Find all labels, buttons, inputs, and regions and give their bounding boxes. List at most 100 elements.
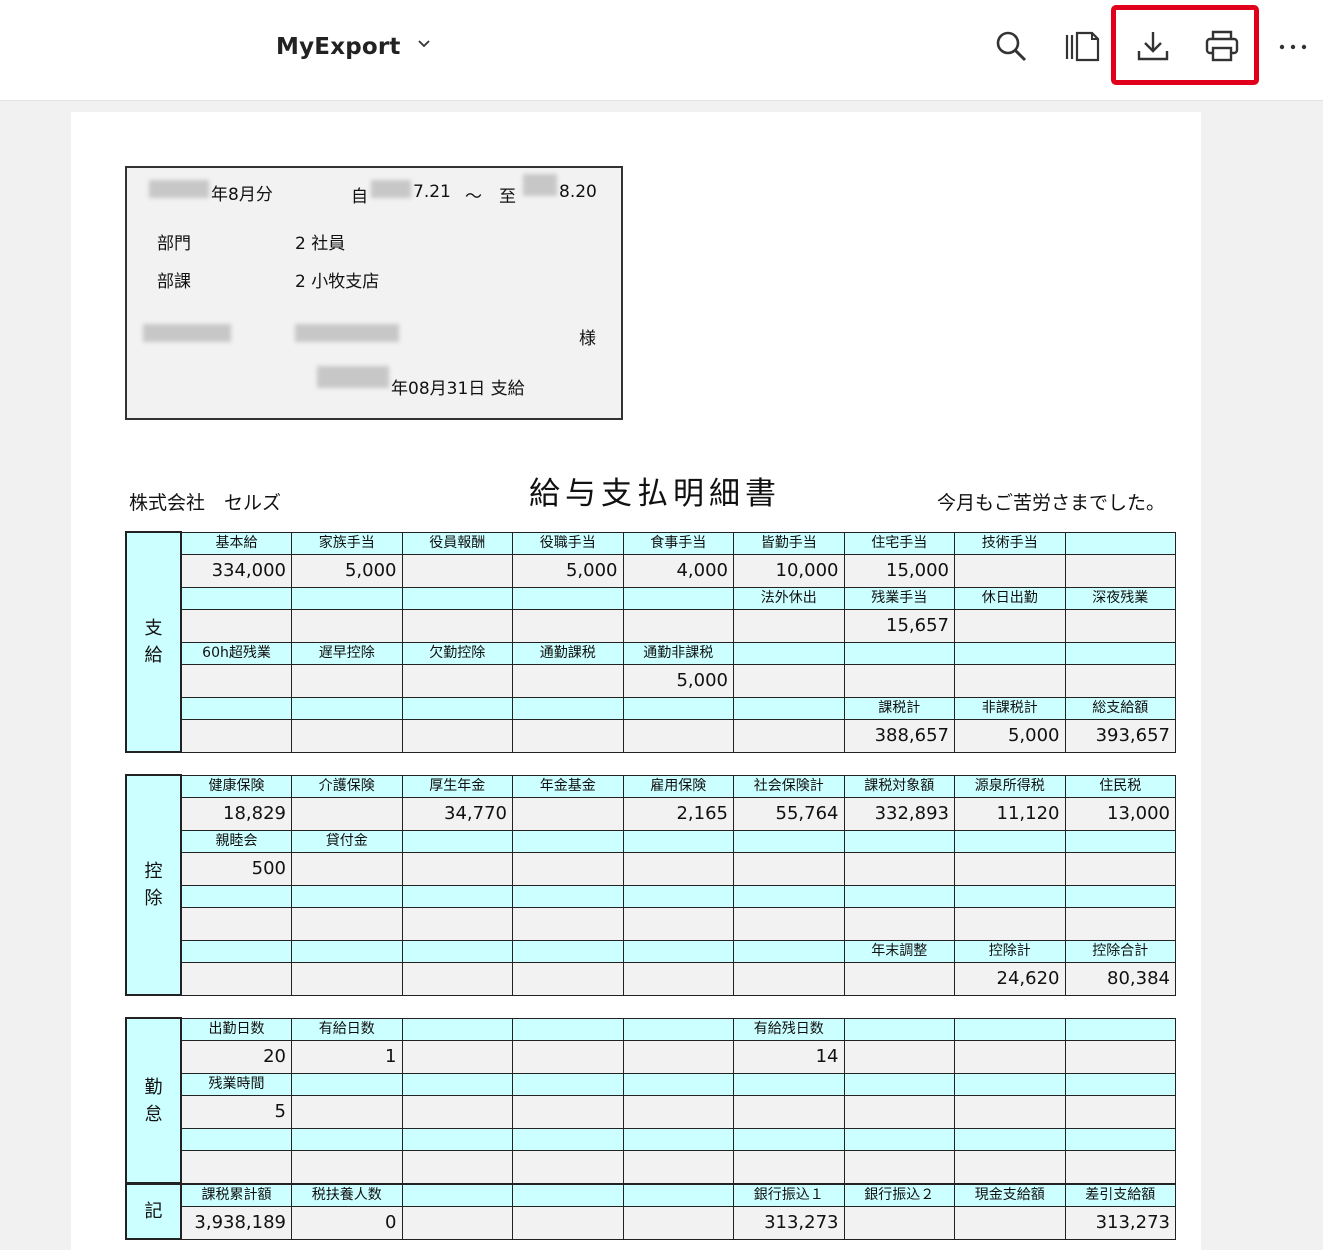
side-label-char: 支 [144, 618, 163, 639]
item-value-cell [733, 961, 845, 996]
item-value-cell [291, 906, 403, 941]
item-label-cell [512, 1127, 624, 1151]
item-value-cell [512, 1205, 624, 1240]
item-label-cell [733, 1072, 845, 1096]
item-label-cell: 課税対象額 [843, 774, 955, 798]
item-label-cell: 控除合計 [1064, 939, 1176, 963]
item-label-cell [180, 939, 292, 963]
side-label-char: 除 [144, 888, 163, 909]
page-thumbnails-icon[interactable] [1064, 28, 1100, 64]
item-value-cell [291, 1094, 403, 1129]
item-label-cell [512, 829, 624, 853]
item-value-cell: 5 [180, 1094, 292, 1129]
value-row: 3,938,189 0 313,273 313,273 [126, 1205, 1176, 1240]
item-value-cell [401, 718, 513, 753]
label-row [126, 1127, 1176, 1151]
toolbar: MyExport [0, 0, 1323, 101]
side-label-char: 給 [144, 645, 163, 666]
search-icon[interactable] [993, 28, 1029, 64]
item-value-cell [401, 663, 513, 698]
print-icon[interactable] [1204, 28, 1240, 64]
section-label: 部課 [157, 272, 191, 292]
value-row: 5 [126, 1094, 1176, 1129]
honorific: 様 [579, 329, 596, 349]
item-value-cell [401, 608, 513, 643]
value-row: 5,000 [126, 663, 1176, 698]
item-label-cell [954, 641, 1066, 665]
item-label-cell [180, 586, 292, 610]
item-label-cell [1064, 531, 1176, 555]
item-value-cell: 5,000 [291, 553, 403, 588]
item-label-cell: 控除計 [954, 939, 1066, 963]
value-row: 24,620 80,384 [126, 961, 1176, 996]
item-value-cell [180, 608, 292, 643]
item-label-cell [512, 1017, 624, 1041]
download-icon[interactable] [1135, 28, 1171, 64]
section-value: 2 小牧支店 [295, 272, 380, 292]
side-label-char: 怠 [144, 1103, 163, 1125]
item-label-cell [954, 1072, 1066, 1096]
item-label-cell: 税扶養人数 [291, 1183, 403, 1207]
item-label-cell [1064, 641, 1176, 665]
item-label-cell [733, 884, 845, 908]
item-value-cell [512, 1149, 624, 1184]
item-label-cell: 深夜残業 [1064, 586, 1176, 610]
item-label-cell [512, 696, 624, 720]
item-label-cell: 有給日数 [291, 1017, 403, 1041]
item-value-cell [733, 906, 845, 941]
slip-header-box: 年8月分 自 7.21 ～ 至 8.20 部門 2 社員 部課 2 小牧支店 様… [125, 166, 623, 420]
item-value-cell: 388,657 [843, 718, 955, 753]
more-options-icon[interactable] [1278, 42, 1308, 52]
item-value-cell [622, 1149, 734, 1184]
item-label-cell [954, 1127, 1066, 1151]
item-label-cell: 皆勤手当 [733, 531, 845, 555]
chevron-down-icon[interactable] [416, 36, 432, 52]
item-value-cell [291, 608, 403, 643]
item-label-cell [291, 696, 403, 720]
item-label-cell [1064, 884, 1176, 908]
item-value-cell [954, 1039, 1066, 1074]
item-value-cell [401, 1149, 513, 1184]
item-value-cell [954, 663, 1066, 698]
item-value-cell [622, 906, 734, 941]
label-row: 勤怠出勤日数 有給日数 有給残日数 [125, 1017, 1176, 1184]
notes-side-label: 記 [125, 1183, 182, 1240]
item-label-cell [733, 1127, 845, 1151]
item-label-cell [622, 696, 734, 720]
item-label-cell: 課税累計額 [180, 1183, 292, 1207]
item-value-cell [733, 1094, 845, 1129]
redacted-employee-id [143, 324, 231, 342]
redacted-to-year [523, 174, 557, 196]
payments-side-label: 支給 [125, 531, 182, 753]
item-value-cell [291, 718, 403, 753]
item-value-cell [512, 961, 624, 996]
pay-date: 年08月31日 支給 [391, 379, 525, 399]
item-value-cell: 14 [733, 1039, 845, 1074]
item-value-cell [401, 1094, 513, 1129]
item-value-cell [843, 961, 955, 996]
item-label-cell: 残業手当 [843, 586, 955, 610]
item-label-cell: 差引支給額 [1064, 1183, 1176, 1207]
item-value-cell [512, 851, 624, 886]
item-label-cell [733, 696, 845, 720]
item-value-cell [622, 1094, 734, 1129]
item-value-cell [843, 1039, 955, 1074]
item-label-cell [180, 696, 292, 720]
item-value-cell [622, 1205, 734, 1240]
item-label-cell [1064, 829, 1176, 853]
period-month: 年8月分 [211, 185, 273, 205]
deductions-table: 控除健康保険 介護保険 厚生年金 年金基金 雇用保険 社会保険計 課税対象額 源泉所得税 住民税… [125, 774, 1176, 996]
item-label-cell [954, 829, 1066, 853]
item-value-cell [401, 961, 513, 996]
item-label-cell [622, 829, 734, 853]
item-label-cell [401, 1183, 513, 1207]
dept-value: 2 社員 [295, 234, 346, 254]
item-value-cell [843, 851, 955, 886]
item-value-cell [512, 1039, 624, 1074]
item-value-cell: 20 [180, 1039, 292, 1074]
redacted-year [149, 180, 209, 198]
item-value-cell [512, 1094, 624, 1129]
value-row [126, 1149, 1176, 1184]
item-label-cell: 残業時間 [180, 1072, 292, 1096]
item-value-cell [512, 718, 624, 753]
